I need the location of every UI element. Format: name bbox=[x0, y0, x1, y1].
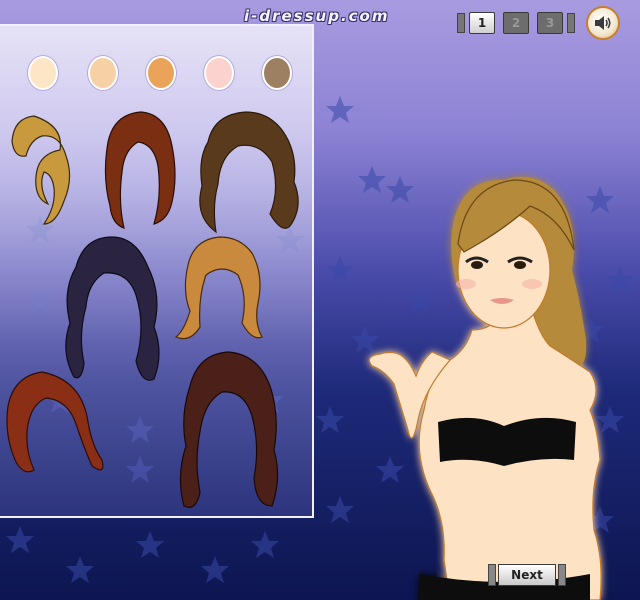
hair-selection-panel bbox=[0, 24, 314, 518]
hairstyle-brown-wavy-medium[interactable] bbox=[186, 106, 306, 246]
skin-tone-swatch-tan[interactable] bbox=[146, 56, 176, 90]
hairstyle-dark-brown-long-wavy[interactable] bbox=[168, 346, 288, 516]
page-2-button[interactable]: 2 bbox=[503, 12, 529, 34]
next-button-left-cap bbox=[488, 564, 496, 586]
next-button-label: Next bbox=[498, 564, 556, 586]
next-button-right-cap bbox=[558, 564, 566, 586]
page-3-button[interactable]: 3 bbox=[537, 12, 563, 34]
speaker-icon bbox=[595, 16, 611, 30]
skin-tone-swatch-fair[interactable] bbox=[28, 56, 58, 90]
hairstyle-caramel-flip[interactable] bbox=[170, 231, 270, 361]
hairstyle-red-side-swept[interactable] bbox=[2, 366, 112, 496]
skin-tone-swatch-light[interactable] bbox=[88, 56, 118, 90]
page-1-button[interactable]: 1 bbox=[469, 12, 495, 34]
hairstyle-auburn-long-straight[interactable] bbox=[96, 106, 186, 236]
pager-left-cap bbox=[457, 13, 465, 33]
pager-right-cap bbox=[567, 13, 575, 33]
next-button[interactable]: Next bbox=[488, 564, 566, 586]
skin-tone-swatch-pink[interactable] bbox=[204, 56, 234, 90]
dressup-model bbox=[368, 176, 602, 600]
sound-toggle-button[interactable] bbox=[586, 6, 620, 40]
skin-tone-swatch-dark[interactable] bbox=[262, 56, 292, 90]
site-logo[interactable]: i-dressup.com bbox=[244, 7, 389, 25]
hairstyle-blonde-ponytail[interactable] bbox=[4, 106, 84, 236]
page-selector: 1 2 3 bbox=[457, 12, 575, 34]
